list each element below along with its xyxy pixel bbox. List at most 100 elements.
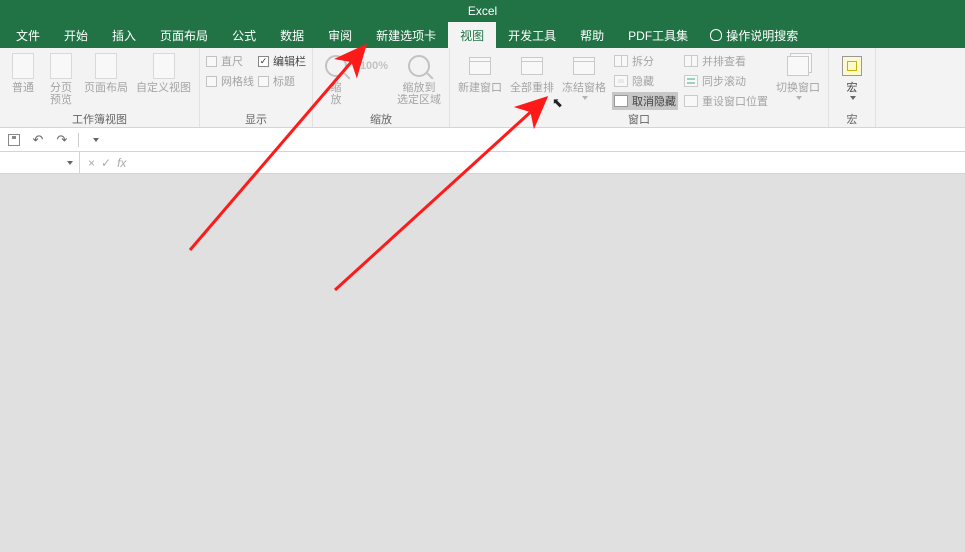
new-window-label: 新建窗口 [458,82,502,94]
dropdown-icon [582,96,588,100]
group-zoom: 缩 放 100% 缩放到 选定区域 缩放 [313,48,450,127]
unhide-label: 取消隐藏 [632,93,676,109]
name-box[interactable] [0,152,80,173]
macros-icon [838,52,866,80]
split-icon [614,55,628,67]
arrange-all-icon [518,52,546,80]
fx-button[interactable]: fx [117,156,126,170]
tab-developer[interactable]: 开发工具 [496,22,568,48]
tab-data[interactable]: 数据 [268,22,316,48]
gridlines-label: 网格线 [221,73,254,89]
headings-checkbox[interactable]: 标题 [258,72,306,90]
page-break-preview-button[interactable]: 分页 预览 [44,50,78,108]
normal-view-icon [9,52,37,80]
zoom-button[interactable]: 缩 放 [319,50,353,108]
group-show: 直尺 网格线 ✓ 编辑栏 标题 显示 [200,48,313,127]
zoom-100-button[interactable]: 100% [357,50,391,96]
zoom-100-icon: 100% [360,52,388,80]
normal-view-button[interactable]: 普通 [6,50,40,96]
reset-position-label: 重设窗口位置 [702,93,768,109]
zoom-to-selection-button[interactable]: 缩放到 选定区域 [395,50,443,108]
tab-file[interactable]: 文件 [4,22,52,48]
group-macros: 宏 宏 [829,48,876,127]
headings-label: 标题 [273,73,295,89]
hide-button[interactable]: 隐藏 [612,72,678,90]
tab-help[interactable]: 帮助 [568,22,616,48]
title-bar: Excel [0,0,965,22]
formula-input[interactable] [134,152,965,173]
side-by-side-icon [684,55,698,67]
ribbon-tabs: 文件 开始 插入 页面布局 公式 数据 审阅 新建选项卡 视图 开发工具 帮助 … [0,22,965,48]
unhide-button[interactable]: 取消隐藏 [612,92,678,110]
macros-button[interactable]: 宏 [835,50,869,102]
tab-new[interactable]: 新建选项卡 [364,22,448,48]
switch-windows-button[interactable]: 切换窗口 [774,50,822,102]
split-label: 拆分 [632,53,654,69]
worksheet-area[interactable] [0,174,965,552]
checkbox-checked-icon: ✓ [258,56,269,67]
separator [78,133,79,147]
page-layout-view-button[interactable]: 页面布局 [82,50,130,96]
reset-window-position-button[interactable]: 重设窗口位置 [682,92,770,110]
save-icon [8,134,20,146]
zoom-selection-label: 缩放到 选定区域 [397,82,441,106]
dropdown-icon [93,138,99,142]
redo-icon: ↷ [57,133,68,146]
save-button[interactable] [6,132,22,148]
tell-me-label: 操作说明搜索 [726,27,798,44]
macros-label: 宏 [847,82,858,94]
checkbox-icon [206,56,217,67]
hide-label: 隐藏 [632,73,654,89]
arrange-all-label: 全部重排 [510,82,554,94]
freeze-panes-icon [570,52,598,80]
dropdown-icon [67,161,73,165]
freeze-panes-label: 冻结窗格 [562,82,606,94]
split-button[interactable]: 拆分 [612,52,678,70]
group-window-label: 窗口 [456,111,822,127]
side-by-side-label: 并排查看 [702,53,746,69]
page-layout-icon [92,52,120,80]
gridlines-checkbox[interactable]: 网格线 [206,72,254,90]
tab-page-layout[interactable]: 页面布局 [148,22,220,48]
redo-button[interactable]: ↷ [54,132,70,148]
sync-scroll-icon [684,75,698,87]
ruler-label: 直尺 [221,53,243,69]
tell-me-search[interactable]: 操作说明搜索 [700,22,808,48]
custom-views-icon [150,52,178,80]
new-window-icon [466,52,494,80]
hide-icon [614,75,628,87]
qat-customize-button[interactable] [87,132,103,148]
zoom-100-label [372,82,375,94]
cancel-button[interactable]: × [88,156,95,170]
group-zoom-label: 缩放 [319,111,443,127]
formula-bar-label: 编辑栏 [273,53,306,69]
ruler-checkbox[interactable]: 直尺 [206,52,254,70]
tab-review[interactable]: 审阅 [316,22,364,48]
reset-position-icon [684,95,698,107]
undo-button[interactable]: ↶ [30,132,46,148]
sync-scroll-label: 同步滚动 [702,73,746,89]
switch-windows-icon [784,52,812,80]
dropdown-icon [796,96,802,100]
enter-button[interactable]: ✓ [101,156,111,170]
page-break-icon [47,52,75,80]
view-side-by-side-button[interactable]: 并排查看 [682,52,770,70]
formula-bar-checkbox[interactable]: ✓ 编辑栏 [258,52,306,70]
unhide-icon [614,95,628,107]
custom-views-label: 自定义视图 [136,82,191,94]
group-window: 新建窗口 全部重排 冻结窗格 拆分 隐藏 [450,48,829,127]
switch-windows-label: 切换窗口 [776,82,820,94]
tab-view[interactable]: 视图 [448,22,496,48]
new-window-button[interactable]: 新建窗口 [456,50,504,96]
custom-views-button[interactable]: 自定义视图 [134,50,193,96]
checkbox-icon [206,76,217,87]
tab-formulas[interactable]: 公式 [220,22,268,48]
tab-home[interactable]: 开始 [52,22,100,48]
freeze-panes-button[interactable]: 冻结窗格 [560,50,608,102]
group-views-label: 工作簿视图 [6,111,193,127]
tab-pdf[interactable]: PDF工具集 [616,22,700,48]
tab-insert[interactable]: 插入 [100,22,148,48]
synchronous-scrolling-button[interactable]: 同步滚动 [682,72,770,90]
checkbox-icon [258,76,269,87]
arrange-all-button[interactable]: 全部重排 [508,50,556,96]
